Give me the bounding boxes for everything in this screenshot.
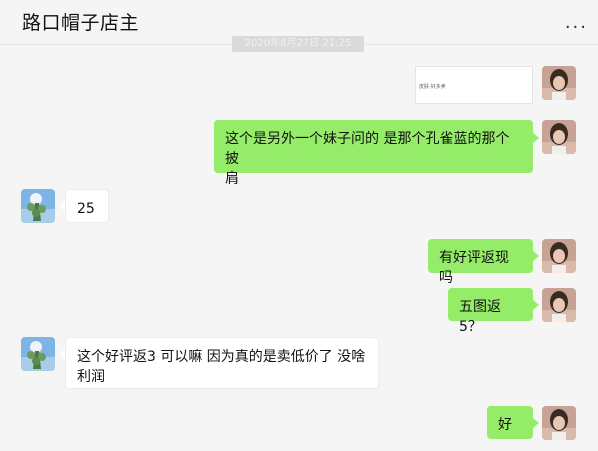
- message-bubble-me[interactable]: 好: [487, 406, 533, 439]
- message-bubble-me[interactable]: 这个是另外一个妹子问的 是那个孔雀蓝的那个披 肩: [214, 120, 533, 187]
- my-avatar-icon[interactable]: [542, 120, 576, 154]
- contact-avatar-icon[interactable]: [21, 189, 55, 223]
- message-bubble-me[interactable]: 有好评返现吗: [428, 239, 533, 286]
- my-avatar-icon[interactable]: [542, 239, 576, 273]
- my-avatar-icon[interactable]: [542, 66, 576, 100]
- bubble-tail: [533, 300, 539, 310]
- message-timestamp: 2020年8月27日 21:25: [232, 36, 364, 52]
- more-options-icon[interactable]: ...: [565, 12, 588, 33]
- image-thumb-text: 皮肤-好多卖: [419, 84, 446, 90]
- message-text: 25: [77, 201, 95, 217]
- chat-title: 路口帽子店主: [22, 12, 140, 34]
- message-text-line: 利润: [77, 369, 105, 385]
- message-text: 五图返5？: [459, 299, 501, 335]
- message-bubble-other[interactable]: 这个好评返3 可以嘛 因为真的是卖低价了 没啥 利润: [65, 337, 379, 389]
- message-bubble-me[interactable]: 五图返5？: [448, 288, 533, 335]
- message-text-line: 这个好评返3 可以嘛 因为真的是卖低价了 没啥: [77, 349, 366, 365]
- contact-avatar-icon[interactable]: [21, 337, 55, 371]
- bubble-tail: [533, 251, 539, 261]
- message-text: 有好评返现吗: [439, 250, 509, 286]
- bubble-tail: [533, 418, 539, 428]
- message-text-line: 这个是另外一个妹子问的 是那个孔雀蓝的那个披: [225, 131, 510, 167]
- bubble-tail: [533, 133, 539, 143]
- my-avatar-icon[interactable]: [542, 288, 576, 322]
- my-avatar-icon[interactable]: [542, 406, 576, 440]
- message-bubble-other[interactable]: 25: [65, 189, 109, 223]
- image-message[interactable]: 皮肤-好多卖: [415, 66, 533, 104]
- message-text: 好: [498, 417, 512, 433]
- message-text-line: 肩: [225, 171, 239, 187]
